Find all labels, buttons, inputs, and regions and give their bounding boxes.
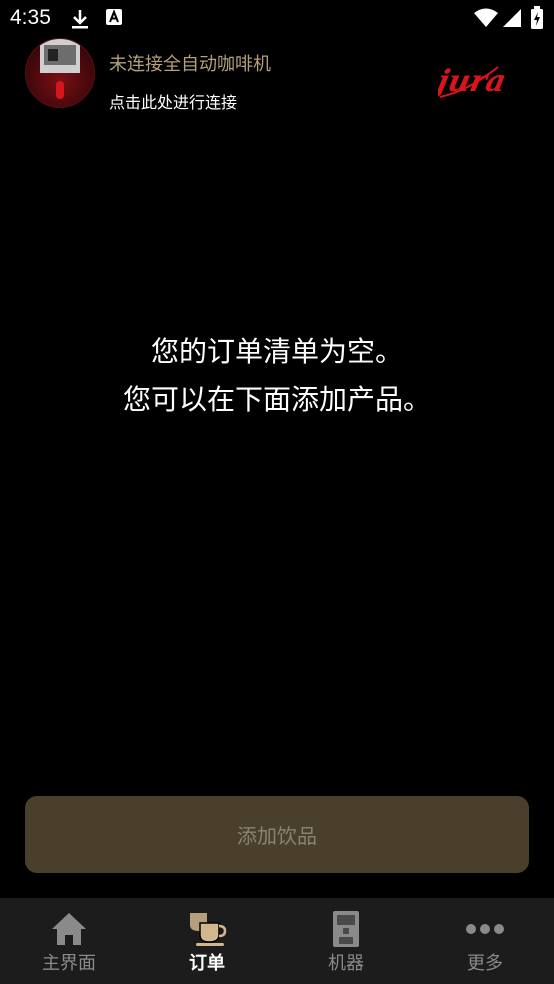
signal-icon xyxy=(502,8,522,32)
coffee-cups-icon xyxy=(187,910,227,948)
more-dots-icon xyxy=(465,910,505,948)
coffee-machine-icon xyxy=(332,910,360,948)
nav-more-label: 更多 xyxy=(467,953,503,974)
battery-charging-icon xyxy=(530,6,544,34)
nav-orders-label: 订单 xyxy=(189,953,225,974)
empty-order-message: 您的订单清单为空。 您可以在下面添加产品。 xyxy=(0,328,554,424)
empty-message-line1: 您的订单清单为空。 xyxy=(150,335,403,368)
wifi-icon xyxy=(474,8,498,32)
nav-home-label: 主界面 xyxy=(42,953,96,974)
machine-image xyxy=(40,39,80,99)
font-app-icon xyxy=(105,8,123,30)
empty-message-line2: 您可以在下面添加产品。 xyxy=(122,383,431,416)
status-time: 4:35 xyxy=(10,6,51,29)
status-bar: 4:35 xyxy=(0,0,554,36)
nav-home[interactable]: 主界面 xyxy=(0,898,138,984)
bottom-nav: 主界面 订单 机器 更多 xyxy=(0,898,554,984)
nav-orders[interactable]: 订单 xyxy=(138,898,276,984)
jura-logo: jura xyxy=(428,61,530,105)
home-icon xyxy=(50,910,88,948)
machine-avatar[interactable] xyxy=(25,38,95,108)
add-drink-button[interactable]: 添加饮品 xyxy=(25,796,529,873)
download-icon xyxy=(70,8,90,34)
nav-more[interactable]: 更多 xyxy=(416,898,554,984)
connection-subtitle[interactable]: 点击此处进行连接 xyxy=(109,89,237,113)
nav-machine-label: 机器 xyxy=(328,953,364,974)
nav-machine[interactable]: 机器 xyxy=(277,898,415,984)
connection-header[interactable]: 未连接全自动咖啡机 点击此处进行连接 jura xyxy=(0,36,554,116)
connection-title[interactable]: 未连接全自动咖啡机 xyxy=(109,50,271,76)
